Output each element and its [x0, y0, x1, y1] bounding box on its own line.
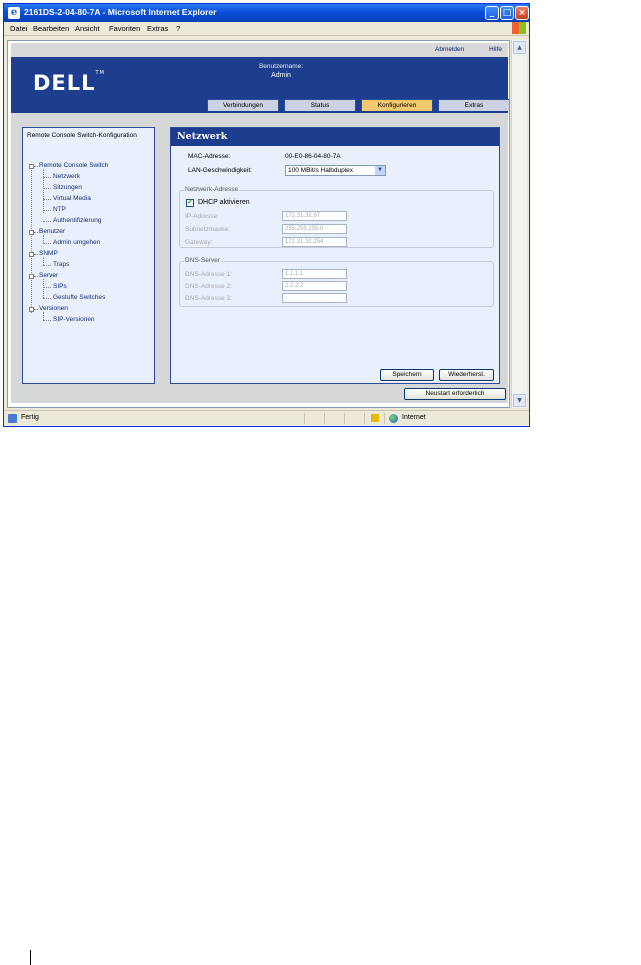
tree-item-ntp[interactable]: NTP	[53, 206, 66, 213]
mac-value: 00-E0-86-04-80-7A	[285, 153, 341, 160]
lan-speed-value: 100 MBit/s Halbduplex	[288, 167, 354, 174]
browser-window: e 2161DS-2-04-80-7A - Microsoft Internet…	[3, 3, 530, 427]
navigation-title: Remote Console Switch-Konfiguration	[27, 132, 137, 139]
tree-item-netzwerk[interactable]: Netzwerk	[53, 173, 80, 180]
menu-bar: Datei Bearbeiten Ansicht Favoriten Extra…	[4, 22, 529, 36]
dns-server-legend: DNS-Server	[184, 257, 222, 264]
tree-snmp[interactable]: SNMP	[39, 250, 58, 257]
minimize-button[interactable]: _	[485, 6, 499, 20]
tab-extras[interactable]: Extras	[438, 99, 509, 111]
lock-icon	[371, 414, 379, 422]
tree-remote-console-switch[interactable]: Remote Console Switch	[39, 162, 108, 169]
tree-item-admin-umgehen[interactable]: Admin umgehen	[53, 239, 100, 246]
dns1-field[interactable]: 1.1.1.1	[282, 269, 347, 279]
tab-konfigurieren[interactable]: Konfigurieren	[361, 99, 433, 111]
lan-speed-select[interactable]: 100 MBit/s Halbduplex ▼	[285, 165, 386, 176]
windows-logo-icon	[512, 22, 526, 34]
maximize-button[interactable]: □	[500, 6, 514, 20]
menu-bearbeiten[interactable]: Bearbeiten	[33, 24, 69, 33]
subnet-field[interactable]: 255.255.255.0	[282, 224, 347, 234]
network-address-legend: Netzwerk-Adresse	[184, 186, 240, 193]
globe-icon	[389, 414, 398, 423]
tree-item-traps[interactable]: Traps	[53, 261, 69, 268]
tree-item-sitzungen[interactable]: Sitzungen	[53, 184, 82, 191]
logout-link[interactable]: Abmelden	[435, 46, 464, 53]
panel-title: Netzwerk	[177, 131, 228, 142]
tree-benutzer[interactable]: Benutzer	[39, 228, 65, 235]
username-value: Admin	[271, 72, 291, 79]
tree-item-virtual-media[interactable]: Virtual Media	[53, 195, 91, 202]
vertical-scrollbar[interactable]: ▲ ▼	[511, 40, 527, 408]
dell-logo: DELLTM	[33, 70, 105, 95]
network-settings-panel: Netzwerk MAC-Adresse: 00-E0-86-04-80-7A …	[170, 127, 500, 384]
page-margin-rule	[30, 950, 31, 965]
gateway-field[interactable]: 172.31.32.254	[282, 237, 347, 247]
status-bar: Fertig Internet	[4, 410, 529, 426]
top-links-bar: Abmelden Hilfe	[11, 43, 508, 57]
help-link[interactable]: Hilfe	[489, 46, 502, 53]
tree-server[interactable]: Server	[39, 272, 58, 279]
username-label: Benutzername:	[258, 63, 304, 70]
network-address-group: Netzwerk-Adresse ✓ DHCP aktivieren IP-Ad…	[179, 186, 494, 248]
menu-datei[interactable]: Datei	[10, 24, 28, 33]
page-icon	[8, 414, 17, 423]
tree-item-gestufte-switches[interactable]: Gestufte Switches	[53, 294, 105, 301]
page-header: DELLTM Benutzername: Admin Verbindungen …	[11, 57, 509, 113]
dhcp-label: DHCP aktivieren	[198, 199, 250, 206]
ip-field[interactable]: 172.31.32.97	[282, 211, 347, 221]
tree-item-sip-versionen[interactable]: SIP-Versionen	[53, 316, 95, 323]
menu-favoriten[interactable]: Favoriten	[109, 24, 140, 33]
tab-verbindungen[interactable]: Verbindungen	[207, 99, 279, 111]
window-title: 2161DS-2-04-80-7A - Microsoft Internet E…	[24, 7, 217, 17]
dns1-label: DNS-Adresse 1:	[185, 271, 232, 278]
navigation-panel: Remote Console Switch-Konfiguration Remo…	[22, 127, 155, 384]
panel-header: Netzwerk	[171, 128, 499, 146]
dns-server-group: DNS-Server DNS-Adresse 1: 1.1.1.1 DNS-Ad…	[179, 257, 494, 307]
restore-button[interactable]: Wiederherst.	[439, 369, 494, 381]
tab-status[interactable]: Status	[284, 99, 356, 111]
ip-label: IP-Adresse:	[185, 213, 219, 220]
status-text: Fertig	[21, 414, 39, 421]
restart-required-button[interactable]: Neustart erforderlich	[404, 388, 506, 400]
dhcp-checkbox[interactable]: ✓	[186, 199, 194, 207]
ie-icon: e	[8, 7, 20, 19]
menu-help[interactable]: ?	[176, 24, 180, 33]
subnet-label: Subnetzmaske:	[185, 226, 230, 233]
title-bar[interactable]: e 2161DS-2-04-80-7A - Microsoft Internet…	[4, 4, 529, 22]
zone-text: Internet	[402, 414, 426, 421]
tree-versionen[interactable]: Versionen	[39, 305, 68, 312]
save-button[interactable]: Speichern	[380, 369, 434, 381]
browser-content: Abmelden Hilfe DELLTM Benutzername: Admi…	[7, 40, 510, 408]
dns2-field[interactable]: 2.2.2.2	[282, 281, 347, 291]
menu-extras[interactable]: Extras	[147, 24, 168, 33]
close-button[interactable]: ×	[515, 6, 529, 20]
dns2-label: DNS-Adresse 2:	[185, 283, 232, 290]
web-page: Abmelden Hilfe DELLTM Benutzername: Admi…	[11, 43, 509, 403]
scroll-up-icon[interactable]: ▲	[513, 41, 526, 54]
menu-ansicht[interactable]: Ansicht	[75, 24, 100, 33]
lan-speed-label: LAN-Geschwindigkeit:	[188, 167, 252, 174]
dns3-field[interactable]	[282, 293, 347, 303]
gateway-label: Gateway:	[185, 239, 213, 246]
tree-item-authentifizierung[interactable]: Authentifizierung	[53, 217, 101, 224]
chevron-down-icon[interactable]: ▼	[375, 166, 385, 175]
tree-item-sips[interactable]: SIPs	[53, 283, 67, 290]
dns3-label: DNS-Adresse 3:	[185, 295, 232, 302]
scroll-down-icon[interactable]: ▼	[513, 394, 526, 407]
mac-label: MAC-Adresse:	[188, 153, 231, 160]
